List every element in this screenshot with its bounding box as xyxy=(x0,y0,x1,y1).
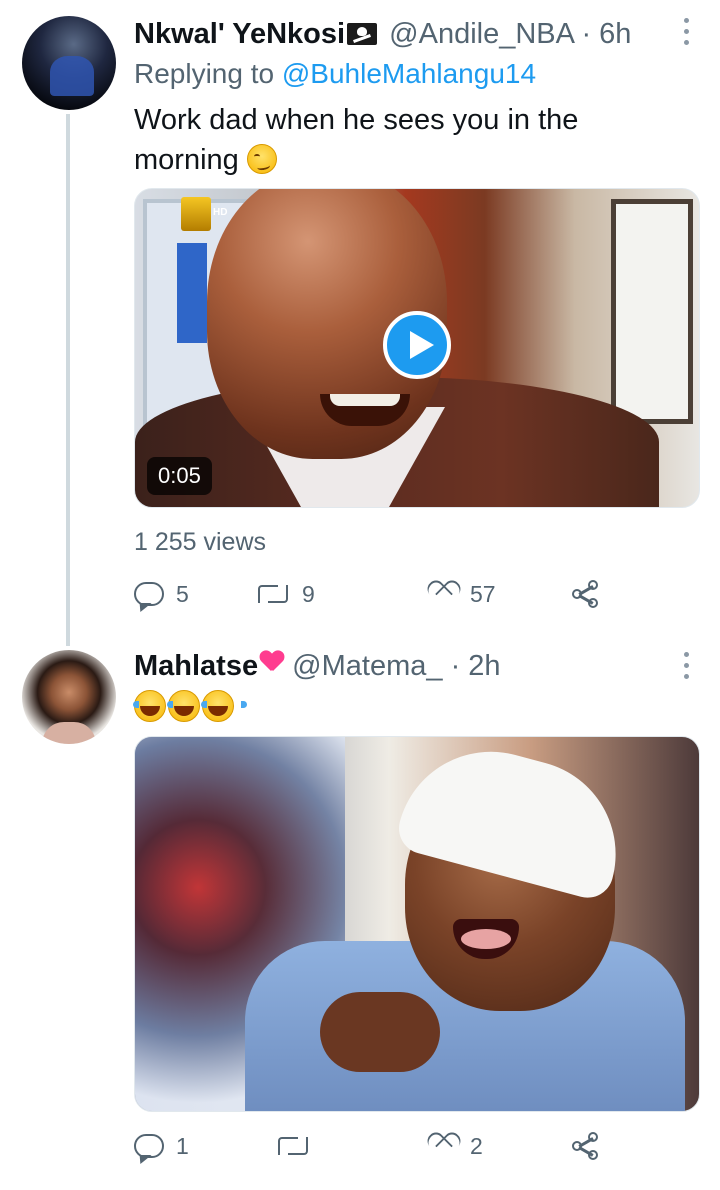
like-count: 57 xyxy=(470,580,496,607)
reply-icon xyxy=(134,582,164,606)
face-with-tears-of-joy-emoji-icon xyxy=(201,690,247,722)
tweet-text-body: Work dad when he sees you in the morning xyxy=(134,104,579,176)
retweet-icon xyxy=(256,583,290,605)
reply-icon xyxy=(134,1134,164,1158)
more-options-icon[interactable] xyxy=(684,18,690,48)
reply-button[interactable]: 5 xyxy=(134,574,189,614)
display-name[interactable]: Mahlatse xyxy=(134,650,258,682)
photo-baby-hand xyxy=(320,992,440,1072)
reply-count: 1 xyxy=(176,1132,189,1159)
replying-to-prefix: Replying to xyxy=(134,58,275,89)
share-icon xyxy=(572,580,600,608)
video-player[interactable]: HD 0:05 xyxy=(134,188,700,508)
more-options-icon[interactable] xyxy=(684,652,690,682)
timestamp[interactable]: 6h xyxy=(599,18,631,50)
timestamp[interactable]: 2h xyxy=(468,650,500,682)
like-button[interactable]: 57 xyxy=(428,574,496,614)
channel-logo-icon xyxy=(181,197,211,231)
user-handle[interactable]: @Matema_ xyxy=(292,650,442,682)
tweet-text: Work dad when he sees you in the morning xyxy=(134,100,654,180)
face-with-tears-of-joy-emoji-icon xyxy=(167,690,213,722)
share-icon xyxy=(572,1132,600,1160)
tweet[interactable]: Mahlatse @Matema_ · 2h 1 2 xyxy=(0,640,720,1190)
share-button[interactable] xyxy=(572,1126,600,1166)
play-button-icon[interactable] xyxy=(383,311,451,379)
display-name[interactable]: Nkwal' YeNkosi xyxy=(134,18,345,50)
retweet-icon xyxy=(276,1135,310,1157)
retweet-button[interactable] xyxy=(276,1126,322,1166)
video-background-frame xyxy=(611,199,693,424)
like-button[interactable]: 2 xyxy=(428,1126,483,1166)
tweet-photo[interactable] xyxy=(134,736,700,1112)
share-button[interactable] xyxy=(572,574,600,614)
mention-link[interactable]: @BuhleMahlangu14 xyxy=(282,58,536,89)
video-duration: 0:05 xyxy=(147,457,212,495)
tweet-header: Mahlatse @Matema_ · 2h xyxy=(134,648,670,684)
separator: · xyxy=(450,650,461,682)
like-count: 2 xyxy=(470,1132,483,1159)
retweet-button[interactable]: 9 xyxy=(256,574,315,614)
pirate-flag-emoji-icon xyxy=(347,23,378,45)
reply-button[interactable]: 1 xyxy=(134,1126,189,1166)
channel-logo-hd: HD xyxy=(213,207,228,218)
smirking-face-emoji-icon xyxy=(246,144,277,174)
two-hearts-emoji-icon xyxy=(260,651,284,671)
heart-icon xyxy=(428,1133,458,1159)
user-handle[interactable]: @Andile_NBA xyxy=(389,18,573,50)
view-count: 1 255 views xyxy=(134,528,267,556)
avatar[interactable] xyxy=(22,16,116,110)
tweet-header: Nkwal' YeNkosi @Andile_NBA · 6h xyxy=(134,16,670,52)
replying-to: Replying to @BuhleMahlangu14 xyxy=(134,56,536,92)
thread-line xyxy=(66,114,70,646)
avatar[interactable] xyxy=(22,650,116,744)
face-with-tears-of-joy-emoji-icon xyxy=(133,690,179,722)
heart-icon xyxy=(428,581,458,607)
tweet[interactable]: Nkwal' YeNkosi @Andile_NBA · 6h Replying… xyxy=(0,0,720,646)
action-bar: 1 2 xyxy=(134,1126,614,1166)
separator: · xyxy=(581,18,592,50)
reply-count: 5 xyxy=(176,580,189,607)
tweet-text xyxy=(133,688,654,728)
retweet-count: 9 xyxy=(302,580,315,607)
action-bar: 5 9 57 xyxy=(134,574,614,614)
